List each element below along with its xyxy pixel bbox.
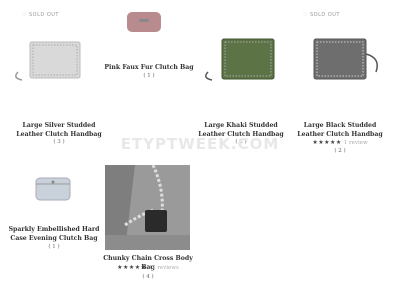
- review-count: ( 4 ): [142, 274, 154, 280]
- sparkly-clutch-image[interactable]: [34, 174, 74, 204]
- review-count: ( 1 ): [48, 244, 60, 250]
- review-link[interactable]: 11 reviews: [149, 265, 179, 271]
- star-rating-icon: ★★★★★: [117, 264, 147, 271]
- rating[interactable]: ★★★★★ 11 reviews: [100, 264, 196, 271]
- sold-out-badge: ♡ SOLD OUT: [303, 12, 340, 18]
- review-count: ( 1 ): [143, 73, 155, 79]
- silver-clutch-image[interactable]: [10, 30, 85, 85]
- review-link[interactable]: 1 review: [344, 140, 368, 146]
- product-title[interactable]: Large Silver Studded Leather Clutch Hand…: [11, 121, 107, 139]
- heart-icon[interactable]: ♡: [303, 12, 308, 18]
- chain-crossbody-image[interactable]: [105, 165, 190, 250]
- review-count: ( 3 ): [53, 139, 65, 145]
- star-rating-icon: ★★★★★: [312, 139, 342, 146]
- khaki-clutch-image[interactable]: [200, 34, 280, 84]
- heart-icon[interactable]: ♡: [22, 12, 27, 18]
- product-title[interactable]: Large Black Studded Leather Clutch Handb…: [292, 121, 388, 139]
- rating[interactable]: ★★★★★ 1 review: [292, 139, 388, 146]
- pink-fur-clutch-image[interactable]: [126, 10, 162, 34]
- review-count: ( 2 ): [334, 148, 346, 154]
- sold-out-badge: ♡ SOLD OUT: [22, 12, 59, 18]
- watermark: ETYPTWEEK.COM: [120, 135, 280, 153]
- black-clutch-image[interactable]: [306, 34, 386, 84]
- product-title[interactable]: Pink Faux Fur Clutch Bag: [101, 63, 197, 72]
- product-title[interactable]: Sparkly Embellished Hard Case Evening Cl…: [6, 225, 102, 243]
